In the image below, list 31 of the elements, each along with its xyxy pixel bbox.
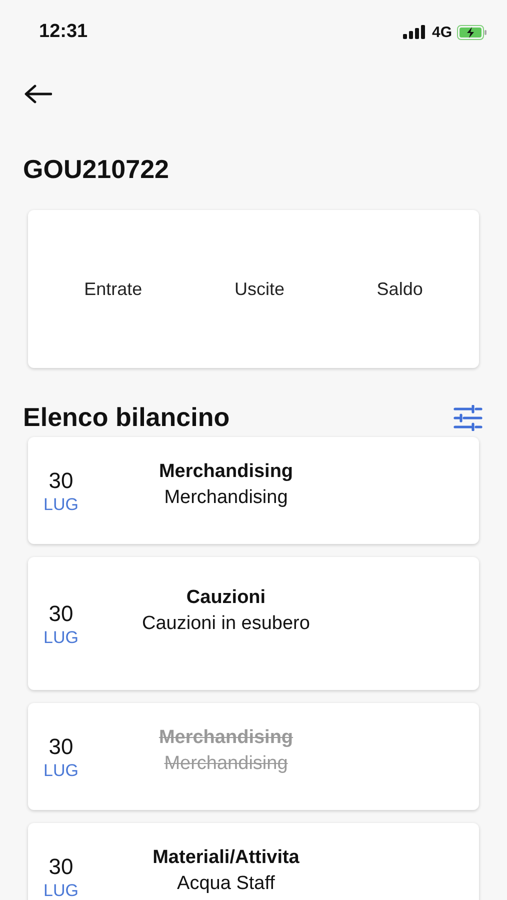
entry-month: LUG	[44, 760, 78, 780]
entry-day: 30	[48, 732, 74, 760]
entry-card[interactable]: 30 LUG Merchandising Merchandising	[28, 703, 479, 810]
battery-icon	[457, 24, 487, 40]
entry-month: LUG	[44, 494, 78, 514]
summary-label: Uscite	[234, 278, 284, 300]
entry-month: LUG	[44, 628, 78, 648]
signal-icon	[402, 25, 427, 39]
entry-description: Acqua Staff	[177, 872, 275, 896]
entry-description: Merchandising	[164, 486, 288, 510]
entry-day: 30	[48, 600, 74, 628]
entry-day: 30	[48, 852, 74, 880]
entry-card[interactable]: 30 LUG Materiali/Attivita Acqua Staff	[28, 823, 479, 900]
entry-category: Merchandising	[158, 460, 294, 484]
entry-description: Merchandising	[164, 752, 288, 776]
entry-day: 30	[48, 466, 74, 494]
summary-label: Entrate	[84, 278, 142, 300]
entry-description: Cauzioni in esubero	[142, 612, 310, 636]
summary-label: Saldo	[376, 278, 423, 300]
entry-month: LUG	[44, 880, 78, 900]
entry-category: Materiali/Attivita	[152, 846, 300, 870]
page-title: GOU210722	[23, 153, 170, 186]
back-arrow-icon[interactable]	[24, 84, 52, 104]
entry-category: Cauzioni	[186, 586, 266, 610]
entry-category: Merchandising	[158, 726, 294, 750]
network-label: 4G	[432, 24, 452, 40]
section-title: Elenco bilancino	[23, 402, 230, 433]
entry-card[interactable]: 30 LUG Merchandising Merchandising	[28, 437, 479, 544]
status-time: 12:31	[39, 21, 88, 43]
entry-card[interactable]: 30 LUG Cauzioni Cauzioni in esubero	[28, 557, 479, 690]
filter-icon[interactable]	[453, 404, 483, 430]
